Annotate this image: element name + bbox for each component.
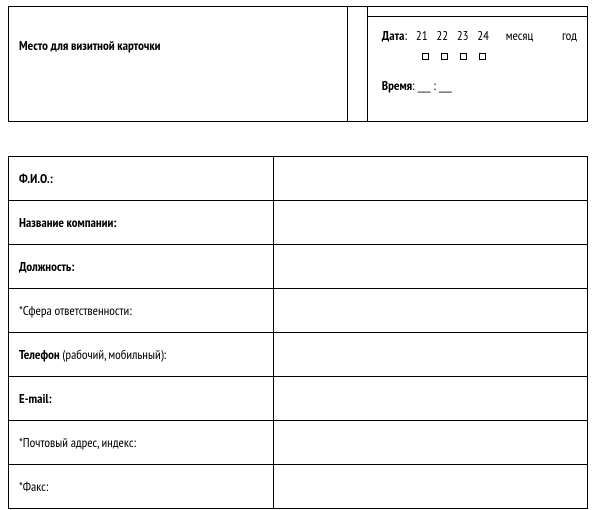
- field-value[interactable]: [274, 201, 588, 245]
- header-date-cell: Дата: 21 22 23 24 месяц год Время: ___ :…: [368, 7, 587, 121]
- field-value[interactable]: [274, 157, 588, 201]
- checkbox-icon[interactable]: [479, 53, 486, 60]
- day-24: 24: [477, 27, 489, 44]
- field-value[interactable]: [274, 465, 588, 509]
- field-label: Название компании:: [9, 201, 274, 245]
- table-row: Должность:: [9, 245, 588, 289]
- day-23: 23: [457, 27, 469, 44]
- field-value[interactable]: [274, 421, 588, 465]
- table-row: Телефон (рабочий, мобильный):: [9, 333, 588, 377]
- date-label: Дата: [382, 27, 405, 44]
- day-21: 21: [416, 27, 428, 44]
- field-label: Ф.И.О.:: [9, 157, 274, 201]
- checkbox-icon[interactable]: [441, 53, 448, 60]
- day-22: 22: [436, 27, 448, 44]
- field-label: *Сфера ответственности:: [9, 289, 274, 333]
- field-value[interactable]: [274, 289, 588, 333]
- field-label: Должность:: [9, 245, 274, 289]
- field-value[interactable]: [274, 377, 588, 421]
- checkbox-icon[interactable]: [460, 53, 467, 60]
- table-row: Ф.И.О.:: [9, 157, 588, 201]
- field-value[interactable]: [274, 333, 588, 377]
- table-row: Название компании:: [9, 201, 588, 245]
- table-row: *Сфера ответственности:: [9, 289, 588, 333]
- table-row: *Факс:: [9, 465, 588, 509]
- table-row: E-mail:: [9, 377, 588, 421]
- field-label: *Почтовый адрес, индекс:: [9, 421, 274, 465]
- day-checkboxes: [422, 52, 577, 63]
- field-label: *Факс:: [9, 465, 274, 509]
- year-label: год: [562, 27, 577, 44]
- time-row: Время: ___ : ___: [382, 77, 577, 94]
- table-row: *Почтовый адрес, индекс:: [9, 421, 588, 465]
- header-block: Место для визитной карточки Дата: 21 22 …: [8, 6, 588, 122]
- date-days: 21 22 23 24: [410, 27, 492, 44]
- field-label: Телефон (рабочий, мобильный):: [9, 333, 274, 377]
- field-label: E-mail:: [9, 377, 274, 421]
- checkbox-icon[interactable]: [422, 53, 429, 60]
- time-value[interactable]: ___ : ___: [418, 77, 452, 94]
- field-value[interactable]: [274, 245, 588, 289]
- business-card-label: Место для визитной карточки: [19, 37, 161, 54]
- month-label: месяц: [506, 27, 533, 44]
- header-divider-cell: [348, 7, 367, 121]
- time-label: Время: [382, 77, 412, 94]
- header-strip: [368, 7, 587, 17]
- business-card-slot: Место для визитной карточки: [9, 7, 348, 121]
- date-row: Дата: 21 22 23 24 месяц год: [382, 27, 577, 44]
- contact-form-table: Ф.И.О.:Название компании:Должность:*Сфер…: [8, 156, 588, 509]
